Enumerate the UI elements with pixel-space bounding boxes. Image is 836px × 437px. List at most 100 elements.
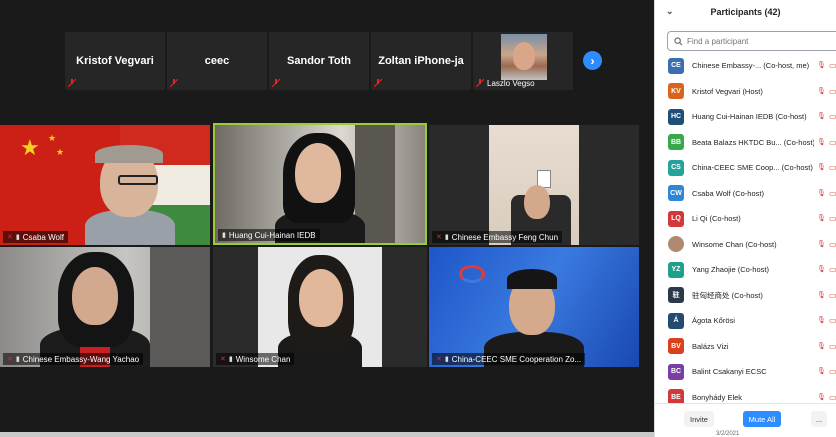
mic-muted-icon[interactable]: 🎙 [817, 163, 826, 171]
pin-icon: ▮ [15, 234, 20, 241]
participant-name: Huang Cui-Hainan IEDB (Co-host) [692, 112, 807, 122]
participant-name: 驻匈经商处 (Co-host) [692, 290, 763, 300]
mic-muted-icon[interactable]: 🎙 [817, 87, 826, 95]
search-icon [674, 36, 683, 45]
mic-muted-icon[interactable]: 🎙 [817, 393, 826, 401]
mic-muted-icon: ✕ [7, 356, 13, 363]
video-strip: Kristof Vegvari ceec Sandor Toth Zoltan … [65, 32, 573, 90]
video-off-icon[interactable]: ▭ [829, 316, 836, 325]
participant-name: Winsome Chan (Co-host) [692, 239, 777, 249]
search-input[interactable] [687, 36, 827, 46]
pin-icon: ▮ [222, 232, 226, 239]
participant-row[interactable]: 驻驻匈经商处 (Co-host) 🎙 ▭ [655, 283, 836, 309]
video-off-icon[interactable]: ▭ [829, 240, 836, 249]
participant-name: Beata Balazs HKTDC Bu... (Co-host) [692, 137, 814, 147]
avatar: CE [668, 57, 684, 74]
video-tile[interactable]: ✕ ▮ Winsome Chan [213, 247, 427, 367]
mic-muted-icon: ✕ [436, 356, 442, 363]
participant-name: Balint Csakanyi ECSC [692, 367, 767, 377]
video-off-icon[interactable]: ▭ [829, 367, 836, 376]
mic-muted-icon[interactable]: 🎙 [817, 214, 826, 222]
pin-icon: ▮ [444, 234, 449, 241]
panel-header: ⌄ Participants (42) [655, 0, 836, 24]
search-field[interactable] [667, 31, 836, 51]
participant-photo [501, 34, 547, 80]
strip-tile[interactable]: Zoltan iPhone-ja [371, 32, 471, 90]
video-tile-active-speaker[interactable]: ▮ Huang Cui-Hainan IEDB [213, 123, 427, 245]
mute-all-button[interactable]: Mute All [743, 411, 781, 427]
participant-name: Yang Zhaojie (Co-host) [692, 265, 769, 275]
mic-muted-icon: ✕ [220, 356, 226, 363]
mic-muted-icon[interactable]: 🎙 [817, 240, 826, 248]
mic-muted-icon[interactable]: 🎙 [817, 291, 826, 299]
video-off-icon[interactable]: ▭ [829, 112, 836, 121]
taskbar [0, 432, 654, 437]
video-off-icon[interactable]: ▭ [829, 214, 836, 223]
participant-row[interactable]: Á Ágota Kőrösi 🎙 ▭ [655, 308, 836, 334]
avatar [668, 236, 684, 253]
video-tile[interactable]: ✕ ▮ Chinese Embassy-Wang Yachao [0, 247, 210, 367]
participant-row[interactable]: BC Balint Csakanyi ECSC 🎙 ▭ [655, 359, 836, 385]
participant-list: CE Chinese Embassy-... (Co-host, me) 🎙 ▭ KV K… [655, 53, 836, 410]
video-off-icon[interactable]: ▭ [829, 393, 836, 402]
avatar: LQ [668, 210, 684, 227]
strip-tile[interactable]: Sandor Toth [269, 32, 369, 90]
video-tile[interactable]: ✕ ▮ Chinese Embassy Feng Chun [429, 125, 639, 245]
meeting-video-area: Kristof Vegvari ceec Sandor Toth Zoltan … [0, 0, 654, 437]
video-off-icon[interactable]: ▭ [829, 265, 836, 274]
video-off-icon[interactable]: ▭ [829, 189, 836, 198]
strip-tile[interactable]: ceec [167, 32, 267, 90]
mic-muted-icon [272, 79, 280, 87]
mic-muted-icon[interactable]: 🎙 [817, 138, 826, 146]
avatar: BC [668, 363, 684, 380]
mic-muted-icon[interactable]: 🎙 [817, 112, 826, 120]
mic-muted-icon[interactable]: 🎙 [817, 367, 826, 375]
participant-row[interactable]: CS China-CEEC SME Coop... (Co-host) 🎙 ▭ [655, 155, 836, 181]
tile-label: ✕ ▮ China-CEEC SME Cooperation Zo... [432, 353, 586, 365]
chevron-right-icon[interactable]: › [583, 51, 602, 70]
participant-row[interactable]: HC Huang Cui-Hainan IEDB (Co-host) 🎙 ▭ [655, 104, 836, 130]
mic-muted-icon: ✕ [436, 234, 442, 241]
mic-muted-icon [170, 79, 178, 87]
video-off-icon[interactable]: ▭ [829, 342, 836, 351]
pin-icon: ▮ [228, 356, 233, 363]
participant-row[interactable]: LQ Li Qi (Co-host) 🎙 ▭ [655, 206, 836, 232]
participant-row[interactable]: Winsome Chan (Co-host) 🎙 ▭ [655, 232, 836, 258]
participant-row[interactable]: CE Chinese Embassy-... (Co-host, me) 🎙 ▭ [655, 53, 836, 79]
strip-tile[interactable]: Kristof Vegvari [65, 32, 165, 90]
avatar: BV [668, 338, 684, 355]
participant-row[interactable]: KV Kristof Vegvari (Host) 🎙 ▭ [655, 79, 836, 105]
participant-row[interactable]: BB Beata Balazs HKTDC Bu... (Co-host) 🎙 ▭ [655, 130, 836, 156]
participant-name: Balázs Vizi [692, 341, 729, 351]
participant-name: ceec [204, 55, 230, 67]
participant-name: Kristof Vegvari (Host) [692, 86, 763, 96]
mic-muted-icon[interactable]: 🎙 [817, 189, 826, 197]
video-off-icon[interactable]: ▭ [829, 61, 836, 70]
video-tile[interactable]: ★ ★ ★ ✕ ▮ Csaba Wolf [0, 125, 210, 245]
mic-muted-icon[interactable]: 🎙 [817, 316, 826, 324]
strip-tile-photo[interactable]: Laszlo Vegso [473, 32, 573, 90]
more-button[interactable]: ... [811, 411, 827, 427]
video-off-icon[interactable]: ▭ [829, 87, 836, 96]
mic-muted-icon[interactable]: 🎙 [817, 342, 826, 350]
video-off-icon[interactable]: ▭ [829, 291, 836, 300]
participant-row[interactable]: CW Csaba Wolf (Co-host) 🎙 ▭ [655, 181, 836, 207]
participants-panel: ⌄ Participants (42) CE Chinese Embassy-..… [654, 0, 836, 437]
avatar: 驻 [668, 287, 684, 304]
tile-label: ✕ ▮ Csaba Wolf [3, 231, 68, 243]
participant-name: Kristof Vegvari [76, 55, 154, 67]
participant-row[interactable]: YZ Yang Zhaojie (Co-host) 🎙 ▭ [655, 257, 836, 283]
video-off-icon[interactable]: ▭ [829, 163, 836, 172]
mic-muted-icon[interactable]: 🎙 [817, 61, 826, 69]
video-tile[interactable]: ✕ ▮ China-CEEC SME Cooperation Zo... [429, 247, 639, 367]
panel-footer: Invite Mute All ... [655, 403, 836, 437]
tile-label: ✕ ▮ Winsome Chan [216, 353, 295, 365]
avatar: BB [668, 134, 684, 151]
chevron-down-icon[interactable]: ⌄ [666, 6, 674, 17]
participant-row[interactable]: BV Balázs Vizi 🎙 ▭ [655, 334, 836, 360]
invite-button[interactable]: Invite [684, 411, 714, 427]
video-off-icon[interactable]: ▭ [829, 138, 836, 147]
mic-muted-icon[interactable]: 🎙 [817, 265, 826, 273]
tile-label: ✕ ▮ Chinese Embassy Feng Chun [432, 231, 563, 243]
pin-icon: ▮ [444, 356, 449, 363]
